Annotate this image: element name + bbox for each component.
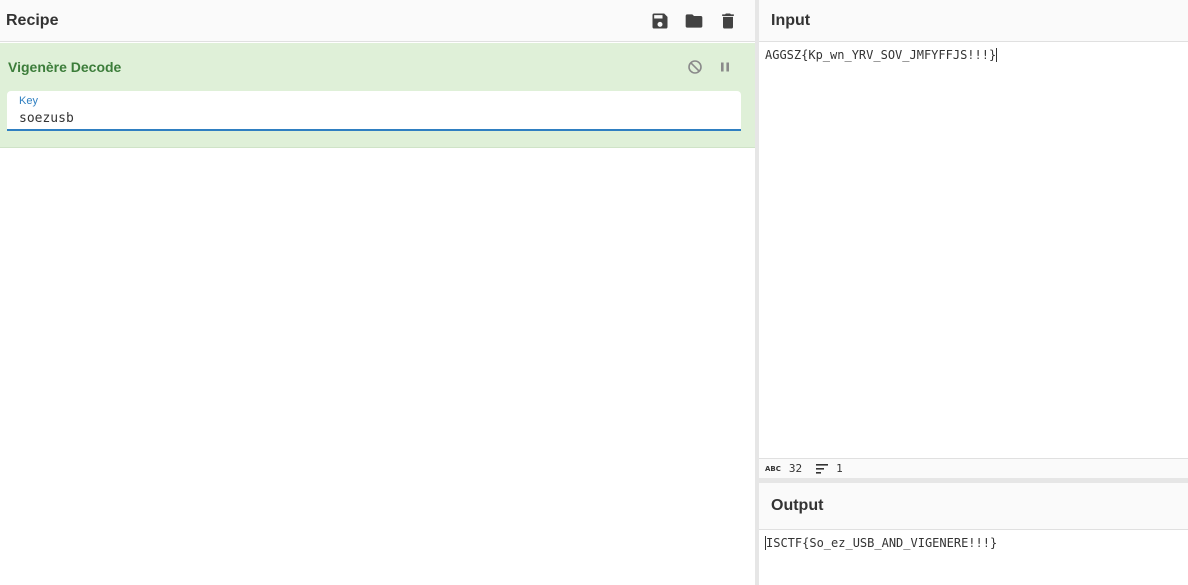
key-label: Key xyxy=(19,95,38,107)
folder-icon[interactable] xyxy=(683,10,705,32)
input-text: AGGSZ{Kp_wn_YRV_SOV_JMFYFFJS!!!} xyxy=(765,48,997,62)
recipe-toolbar xyxy=(649,10,749,32)
input-header: Input xyxy=(759,0,1188,42)
disable-icon[interactable] xyxy=(687,59,703,75)
input-title: Input xyxy=(771,11,811,29)
vigenere-decode-operation[interactable]: Vigenère Decode Key xyxy=(0,43,755,148)
lines-stat: 1 xyxy=(816,462,843,475)
cyberchef-app: Recipe Vigenère Decode Key soezusb Input… xyxy=(0,0,1188,585)
text-caret xyxy=(996,48,998,62)
recipe-pane: Recipe Vigenère Decode Key soezusb xyxy=(0,0,755,585)
save-icon[interactable] xyxy=(649,10,671,32)
trash-icon[interactable] xyxy=(717,10,739,32)
length-stat: ABC 32 xyxy=(765,462,802,475)
operation-controls xyxy=(687,59,747,75)
operation-header: Vigenère Decode xyxy=(0,43,755,91)
abc-icon: ABC xyxy=(765,464,781,473)
recipe-title: Recipe xyxy=(6,11,59,29)
key-input[interactable] xyxy=(19,108,729,126)
output-header: Output xyxy=(759,483,1188,530)
output-title: Output xyxy=(771,497,824,514)
input-length: 32 xyxy=(788,462,803,475)
recipe-header: Recipe xyxy=(0,0,755,42)
output-text: ISCTF{So_ez_USB_AND_VIGENERE!!!} xyxy=(766,536,998,550)
pause-icon[interactable] xyxy=(717,59,733,75)
input-lines: 1 xyxy=(836,462,843,475)
input-pane: Input AGGSZ{Kp_wn_YRV_SOV_JMFYFFJS!!!} A… xyxy=(759,0,1188,478)
output-textarea[interactable]: ISCTF{So_ez_USB_AND_VIGENERE!!!} xyxy=(759,530,1188,556)
lines-icon xyxy=(816,463,829,474)
key-field[interactable]: Key xyxy=(7,91,741,131)
output-pane: Output ISCTF{So_ez_USB_AND_VIGENERE!!!} xyxy=(759,483,1188,585)
input-status-bar: ABC 32 1 xyxy=(759,458,1188,478)
operation-title: Vigenère Decode xyxy=(8,59,122,75)
input-textarea[interactable]: AGGSZ{Kp_wn_YRV_SOV_JMFYFFJS!!!} xyxy=(759,42,1188,68)
